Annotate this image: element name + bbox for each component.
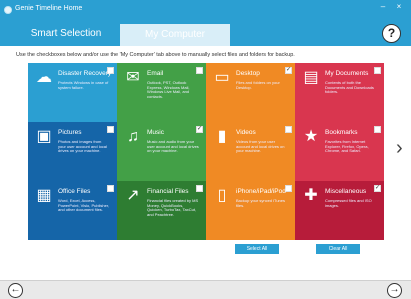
cloud-icon: ☁ [36, 69, 52, 86]
bottom-nav-bar: ← → [0, 280, 411, 299]
tile-description: Backup your synced iTunes files. [236, 198, 285, 208]
tile-description: Videos from your user account and local … [236, 139, 285, 154]
checkbox-miscellaneous[interactable]: ✓ [374, 185, 381, 192]
backup-category-grid: ☁ Disaster Recovery Protects Windows in … [28, 63, 384, 241]
tile-disaster-recovery[interactable]: ☁ Disaster Recovery Protects Windows in … [28, 63, 117, 122]
help-button[interactable]: ? [382, 24, 401, 43]
checkbox-music[interactable]: ✓ [196, 126, 203, 133]
tile-description: Contents of both the Documents and Downl… [325, 80, 374, 95]
tile-title: Desktop [236, 70, 260, 77]
tile-title: Financial Files [147, 188, 189, 195]
tile-desktop[interactable]: ▭ ✓ Desktop Files and folders on your De… [206, 63, 295, 122]
tile-iphone-ipad-ipod[interactable]: ▯ iPhone/iPad/iPod Backup your synced iT… [206, 181, 295, 240]
minimize-button[interactable]: – [378, 2, 388, 12]
tile-description: Outlook, PST, Outlook Express, Windows M… [147, 80, 190, 99]
monitor-icon: ▭ [214, 69, 230, 86]
tile-description: Favorites from Internet Explorer, Firefo… [325, 139, 369, 154]
checkbox-bookmarks[interactable] [374, 126, 381, 133]
instruction-text: Use the checkboxes below and/or use the … [16, 52, 295, 58]
checkbox-office-files[interactable] [107, 185, 114, 192]
tile-description: Word, Excel, Access, PowerPoint, Visio, … [58, 198, 110, 213]
checkbox-financial-files[interactable] [196, 185, 203, 192]
plus-icon: ✚ [304, 187, 318, 204]
tile-description: Music and audio from your user account a… [147, 139, 199, 154]
checkbox-desktop[interactable]: ✓ [285, 67, 292, 74]
tile-title: Pictures [58, 129, 82, 136]
checkbox-pictures[interactable] [107, 126, 114, 133]
video-icon: ▮ [217, 128, 227, 145]
tile-title: Music [147, 129, 164, 136]
title-bar: Genie Timeline Home – × [0, 0, 411, 22]
envelope-icon: ✉ [126, 69, 140, 86]
forward-arrow-icon[interactable]: → [387, 283, 402, 298]
folder-icon: ▤ [303, 69, 319, 86]
back-arrow-icon[interactable]: ← [8, 283, 23, 298]
checkbox-videos[interactable] [285, 126, 292, 133]
chart-icon: ↗ [126, 187, 140, 204]
clear-all-button[interactable]: Clear All [316, 244, 360, 254]
tile-financial-files[interactable]: ↗ Financial Files Financial files create… [117, 181, 206, 240]
tile-office-files[interactable]: ▦ Office Files Word, Excel, Access, Powe… [28, 181, 117, 240]
tab-smart-selection[interactable]: Smart Selection [14, 22, 118, 46]
checkbox-iphone-ipad-ipod[interactable] [285, 185, 292, 192]
tile-email[interactable]: ✉ Email Outlook, PST, Outlook Express, W… [117, 63, 206, 122]
tile-title: Office Files [58, 188, 91, 195]
tab-bar: Smart Selection My Computer [0, 22, 411, 46]
tab-my-computer[interactable]: My Computer [120, 24, 230, 46]
tile-title: Disaster Recovery [58, 70, 112, 77]
office-icon: ▦ [36, 187, 52, 204]
tile-description: Photos and images from your user account… [58, 139, 107, 154]
tile-my-documents[interactable]: ▤ My Documents Contents of both the Docu… [295, 63, 384, 122]
tile-description: Compressed files and ISO images. [325, 198, 372, 208]
tile-description: Files and folders on your Desktop. [236, 80, 280, 90]
tile-title: Email [147, 70, 164, 77]
checkbox-email[interactable] [196, 67, 203, 74]
tile-music[interactable]: ♫ ✓ Music Music and audio from your user… [117, 122, 206, 181]
close-button[interactable]: × [394, 2, 404, 12]
star-icon: ★ [303, 128, 319, 145]
window-title: Genie Timeline Home [15, 5, 83, 12]
app-logo-icon [4, 6, 12, 14]
tile-miscellaneous[interactable]: ✚ ✓ Miscellaneous Compressed files and I… [295, 181, 384, 240]
tile-title: My Documents [325, 70, 369, 77]
tile-title: Videos [236, 129, 256, 136]
next-page-arrow-icon[interactable]: › [396, 138, 403, 158]
tile-title: Bookmarks [325, 129, 358, 136]
tile-title: iPhone/iPad/iPod [236, 188, 286, 195]
phone-icon: ▯ [217, 187, 227, 204]
picture-icon: ▣ [36, 128, 52, 145]
tile-pictures[interactable]: ▣ Pictures Photos and images from your u… [28, 122, 117, 181]
tile-bookmarks[interactable]: ★ Bookmarks Favorites from Internet Expl… [295, 122, 384, 181]
select-all-button[interactable]: Select All [235, 244, 279, 254]
checkbox-my-documents[interactable] [374, 67, 381, 74]
tile-title: Miscellaneous [325, 188, 367, 195]
music-icon: ♫ [127, 128, 139, 145]
tile-description: Financial files created by MS Money, Qui… [147, 198, 199, 217]
tile-videos[interactable]: ▮ Videos Videos from your user account a… [206, 122, 295, 181]
tile-description: Protects Windows in case of system failu… [58, 80, 109, 90]
